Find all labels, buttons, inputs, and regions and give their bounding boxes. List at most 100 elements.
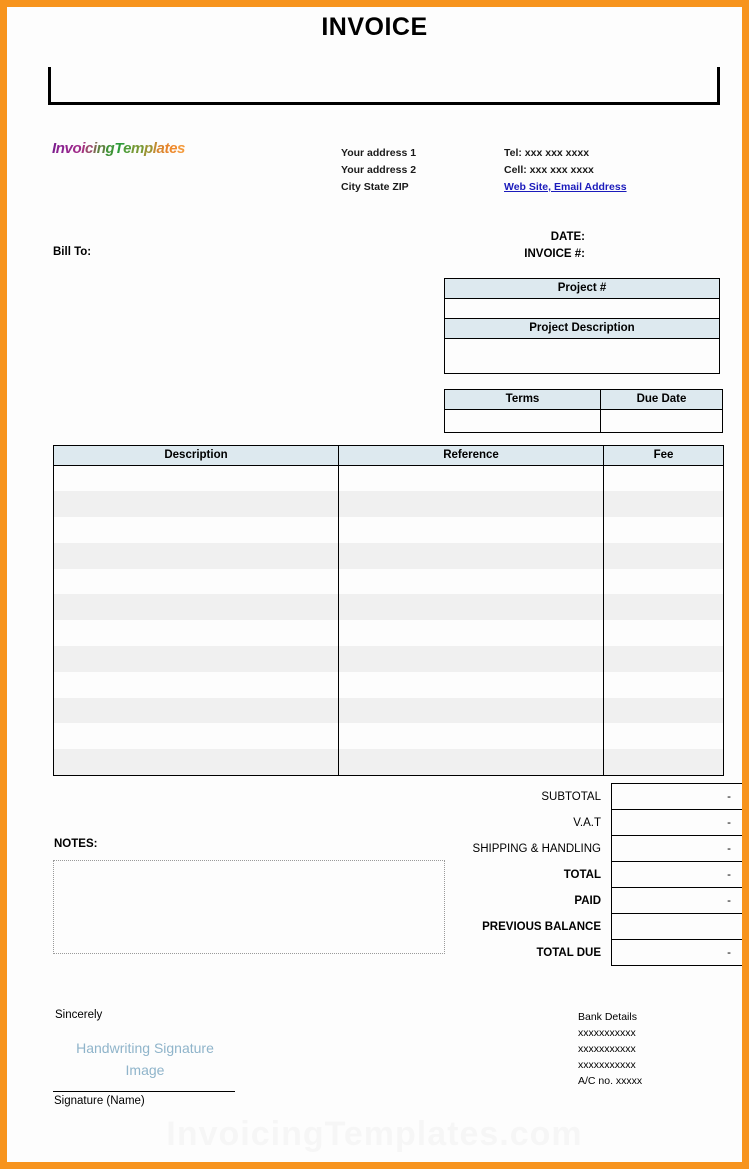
line-item-fee[interactable] [603,568,724,595]
line-item-fee[interactable] [603,749,724,776]
line-item-description[interactable] [53,749,339,776]
totals-value-previous-balance[interactable] [611,913,742,940]
totals-label-v-a-t: V.A.T [573,816,601,829]
line-item-fee[interactable] [603,646,724,672]
line-item-fee[interactable] [603,491,724,518]
bank-details-line-2: xxxxxxxxxxx [578,1043,636,1055]
logo-letter-1: n [55,140,65,157]
line-item-reference[interactable] [338,697,604,724]
invoice-page: INVOICE InvoicingTemplates Your address … [0,0,749,1169]
line-item-fee[interactable] [603,723,724,750]
line-item-reference[interactable] [338,517,604,543]
line-item-fee[interactable] [603,465,724,492]
project-table: Project # Project Description [444,278,720,374]
company-logo[interactable]: InvoicingTemplates [52,141,185,156]
contact-tel: Tel: xxx xxx xxxx [504,147,590,159]
logo-letter-3: o [72,140,82,157]
table-row[interactable] [53,542,724,569]
line-item-description[interactable] [53,594,339,621]
website-email-link[interactable]: Web Site, Email Address [504,179,627,196]
table-row[interactable] [53,517,724,543]
bank-details-line-1: xxxxxxxxxxx [578,1027,636,1039]
signature-placeholder-line-1: Handwriting Signature [76,1040,214,1056]
contact-cell: Cell: xxx xxx xxxx [504,164,594,176]
invoice-title-box [48,67,720,105]
table-row[interactable] [53,594,724,621]
line-item-fee[interactable] [603,594,724,621]
logo-letter-17: s [177,140,185,157]
bill-to-label: Bill To: [53,246,92,258]
line-item-fee[interactable] [603,620,724,647]
signature-image-placeholder[interactable]: Handwriting Signature Image [55,1037,235,1081]
totals-value-shipping-handling[interactable]: - [611,835,742,862]
line-item-description[interactable] [53,723,339,750]
line-item-fee[interactable] [603,697,724,724]
bank-details-title: Bank Details [578,1011,637,1023]
line-item-reference[interactable] [338,568,604,595]
line-item-description[interactable] [53,517,339,543]
totals-label-subtotal: SUBTOTAL [541,790,601,803]
line-item-fee[interactable] [603,542,724,569]
line-item-reference[interactable] [338,465,604,492]
table-row[interactable] [53,723,724,750]
line-item-reference[interactable] [338,749,604,776]
line-item-description[interactable] [53,620,339,647]
table-row[interactable] [53,491,724,518]
totals-value-v-a-t[interactable]: - [611,809,742,836]
table-row[interactable] [53,620,724,647]
due-date-input[interactable] [600,409,723,433]
line-item-reference[interactable] [338,723,604,750]
totals-value-paid[interactable]: - [611,887,742,914]
table-row[interactable] [53,646,724,672]
line-item-description[interactable] [53,697,339,724]
line-item-reference[interactable] [338,542,604,569]
totals-label-paid: PAID [574,894,601,907]
line-item-reference[interactable] [338,671,604,698]
notes-input[interactable] [53,860,445,954]
totals-label-shipping-handling: SHIPPING & HANDLING [472,842,601,855]
logo-letter-9: T [114,140,124,157]
project-number-input[interactable] [444,298,720,319]
line-item-description[interactable] [53,542,339,569]
line-item-description[interactable] [53,671,339,698]
company-address-block: Your address 1 Your address 2 City State… [341,145,416,196]
project-description-header: Project Description [444,318,720,339]
table-row[interactable] [53,465,724,492]
table-row[interactable] [53,697,724,724]
column-header-reference: Reference [338,445,604,466]
terms-header: Terms [444,389,601,410]
notes-label: NOTES: [54,838,98,850]
project-description-input[interactable] [444,338,720,374]
line-item-fee[interactable] [603,671,724,698]
signature-name-label: Signature (Name) [54,1095,145,1107]
signature-placeholder-line-2: Image [125,1062,165,1078]
line-item-description[interactable] [53,491,339,518]
totals-value-subtotal[interactable]: - [611,783,742,810]
logo-letter-8: g [105,140,115,157]
terms-input[interactable] [444,409,601,433]
logo-letter-14: a [156,140,165,157]
column-header-fee: Fee [603,445,724,466]
totals-table: SUBTOTAL - V.A.T - SHIPPING & HANDLING - TOTAL… [431,783,742,966]
logo-letter-7: n [96,140,106,157]
line-items-body [53,465,724,776]
table-row[interactable] [53,568,724,595]
line-item-reference[interactable] [338,491,604,518]
line-item-description[interactable] [53,568,339,595]
line-item-reference[interactable] [338,620,604,647]
table-row[interactable] [53,749,724,776]
line-item-description[interactable] [53,646,339,672]
line-item-fee[interactable] [603,517,724,543]
totals-value-total-due[interactable]: - [611,939,742,966]
table-row[interactable] [53,671,724,698]
line-item-reference[interactable] [338,646,604,672]
invoice-sheet: INVOICE InvoicingTemplates Your address … [7,7,742,1162]
totals-row: SHIPPING & HANDLING - [431,835,742,862]
line-item-reference[interactable] [338,594,604,621]
line-item-description[interactable] [53,465,339,492]
totals-value-total[interactable]: - [611,861,742,888]
totals-label-previous-balance: PREVIOUS BALANCE [482,920,601,933]
totals-label-total-due: TOTAL DUE [536,946,601,959]
invoice-meta-block: DATE: INVOICE #: [405,229,585,263]
logo-letter-10: e [123,140,132,157]
